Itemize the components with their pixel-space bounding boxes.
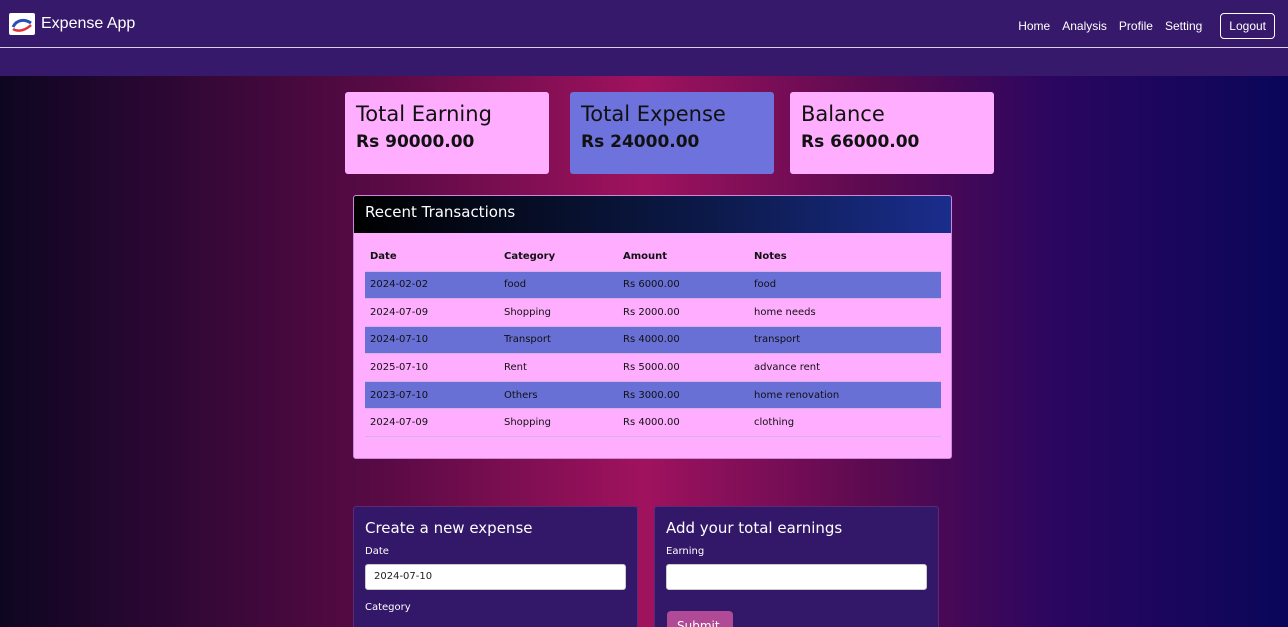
form-title: Add your total earnings xyxy=(666,519,843,537)
cell-category: food xyxy=(499,270,618,299)
navbar: Expense App Home Analysis Profile Settin… xyxy=(0,0,1288,76)
cell-amount: Rs 3000.00 xyxy=(618,380,749,409)
logo-icon xyxy=(9,12,35,35)
earning-input[interactable] xyxy=(666,564,927,590)
total-expense-card: Total Expense Rs 24000.00 xyxy=(570,92,774,174)
cell-notes: transport xyxy=(749,325,941,354)
col-notes: Notes xyxy=(754,251,787,263)
col-date: Date xyxy=(370,251,397,263)
cell-category: Shopping xyxy=(499,298,618,327)
transactions-table: Date Category Amount Notes 2024-02-02 fo… xyxy=(365,243,941,438)
cell-amount: Rs 4000.00 xyxy=(618,325,749,354)
table-row: 2024-02-02 food Rs 6000.00 food xyxy=(365,270,941,299)
recent-transactions-panel: Recent Transactions Date Category Amount… xyxy=(353,195,952,459)
cell-date: 2024-07-09 xyxy=(365,408,499,438)
navbar-top: Expense App Home Analysis Profile Settin… xyxy=(0,0,1288,48)
cell-amount: Rs 5000.00 xyxy=(618,353,749,382)
card-value: Rs 90000.00 xyxy=(356,132,475,152)
logout-button[interactable]: Logout xyxy=(1220,13,1275,39)
cell-date: 2025-07-10 xyxy=(365,353,499,382)
date-input[interactable]: 2024-07-10 xyxy=(365,564,626,590)
nav-links: Home Analysis Profile Setting Logout xyxy=(1006,13,1275,39)
table-row: 2025-07-10 Rent Rs 5000.00 advance rent xyxy=(365,353,941,382)
col-category: Category xyxy=(504,251,556,263)
card-value: Rs 66000.00 xyxy=(801,132,920,152)
cell-date: 2024-07-09 xyxy=(365,298,499,327)
cell-notes: clothing xyxy=(749,408,941,438)
cell-category: Shopping xyxy=(499,408,618,438)
nav-profile[interactable]: Profile xyxy=(1119,19,1153,33)
card-title: Balance xyxy=(801,102,885,126)
cell-notes: food xyxy=(749,270,941,299)
cell-amount: Rs 2000.00 xyxy=(618,298,749,327)
form-title: Create a new expense xyxy=(365,519,533,537)
card-title: Total Earning xyxy=(356,102,492,126)
card-value: Rs 24000.00 xyxy=(581,132,700,152)
create-expense-form: Create a new expense Date 2024-07-10 Cat… xyxy=(353,506,638,627)
table-row: 2024-07-09 Shopping Rs 4000.00 clothing xyxy=(365,408,941,438)
card-title: Total Expense xyxy=(581,102,726,126)
panel-title: Recent Transactions xyxy=(354,196,951,233)
nav-analysis[interactable]: Analysis xyxy=(1062,19,1107,33)
nav-home[interactable]: Home xyxy=(1018,19,1050,33)
cell-category: Others xyxy=(499,380,618,409)
date-label: Date xyxy=(365,546,389,557)
cell-notes: home renovation xyxy=(749,380,941,409)
cell-notes: advance rent xyxy=(749,353,941,382)
category-label: Category xyxy=(365,602,411,613)
submit-button[interactable]: Submit xyxy=(667,611,733,627)
brand-name: Expense App xyxy=(41,14,136,32)
table-row: 2023-07-10 Others Rs 3000.00 home renova… xyxy=(365,380,941,409)
brand[interactable]: Expense App xyxy=(9,12,136,35)
cell-date: 2024-07-10 xyxy=(365,325,499,354)
cell-date: 2024-02-02 xyxy=(365,270,499,299)
table-row: 2024-07-10 Transport Rs 4000.00 transpor… xyxy=(365,325,941,354)
cell-notes: home needs xyxy=(749,298,941,327)
cell-amount: Rs 6000.00 xyxy=(618,270,749,299)
earning-label: Earning xyxy=(666,546,705,557)
table-row: 2024-07-09 Shopping Rs 2000.00 home need… xyxy=(365,298,941,327)
cell-category: Rent xyxy=(499,353,618,382)
balance-card: Balance Rs 66000.00 xyxy=(790,92,994,174)
cell-category: Transport xyxy=(499,325,618,354)
add-earnings-form: Add your total earnings Earning Submit xyxy=(654,506,939,627)
cell-date: 2023-07-10 xyxy=(365,380,499,409)
col-amount: Amount xyxy=(623,251,668,263)
cell-amount: Rs 4000.00 xyxy=(618,408,749,438)
total-earning-card: Total Earning Rs 90000.00 xyxy=(345,92,549,174)
table-header-row: Date Category Amount Notes xyxy=(365,243,941,271)
nav-setting[interactable]: Setting xyxy=(1165,19,1202,33)
